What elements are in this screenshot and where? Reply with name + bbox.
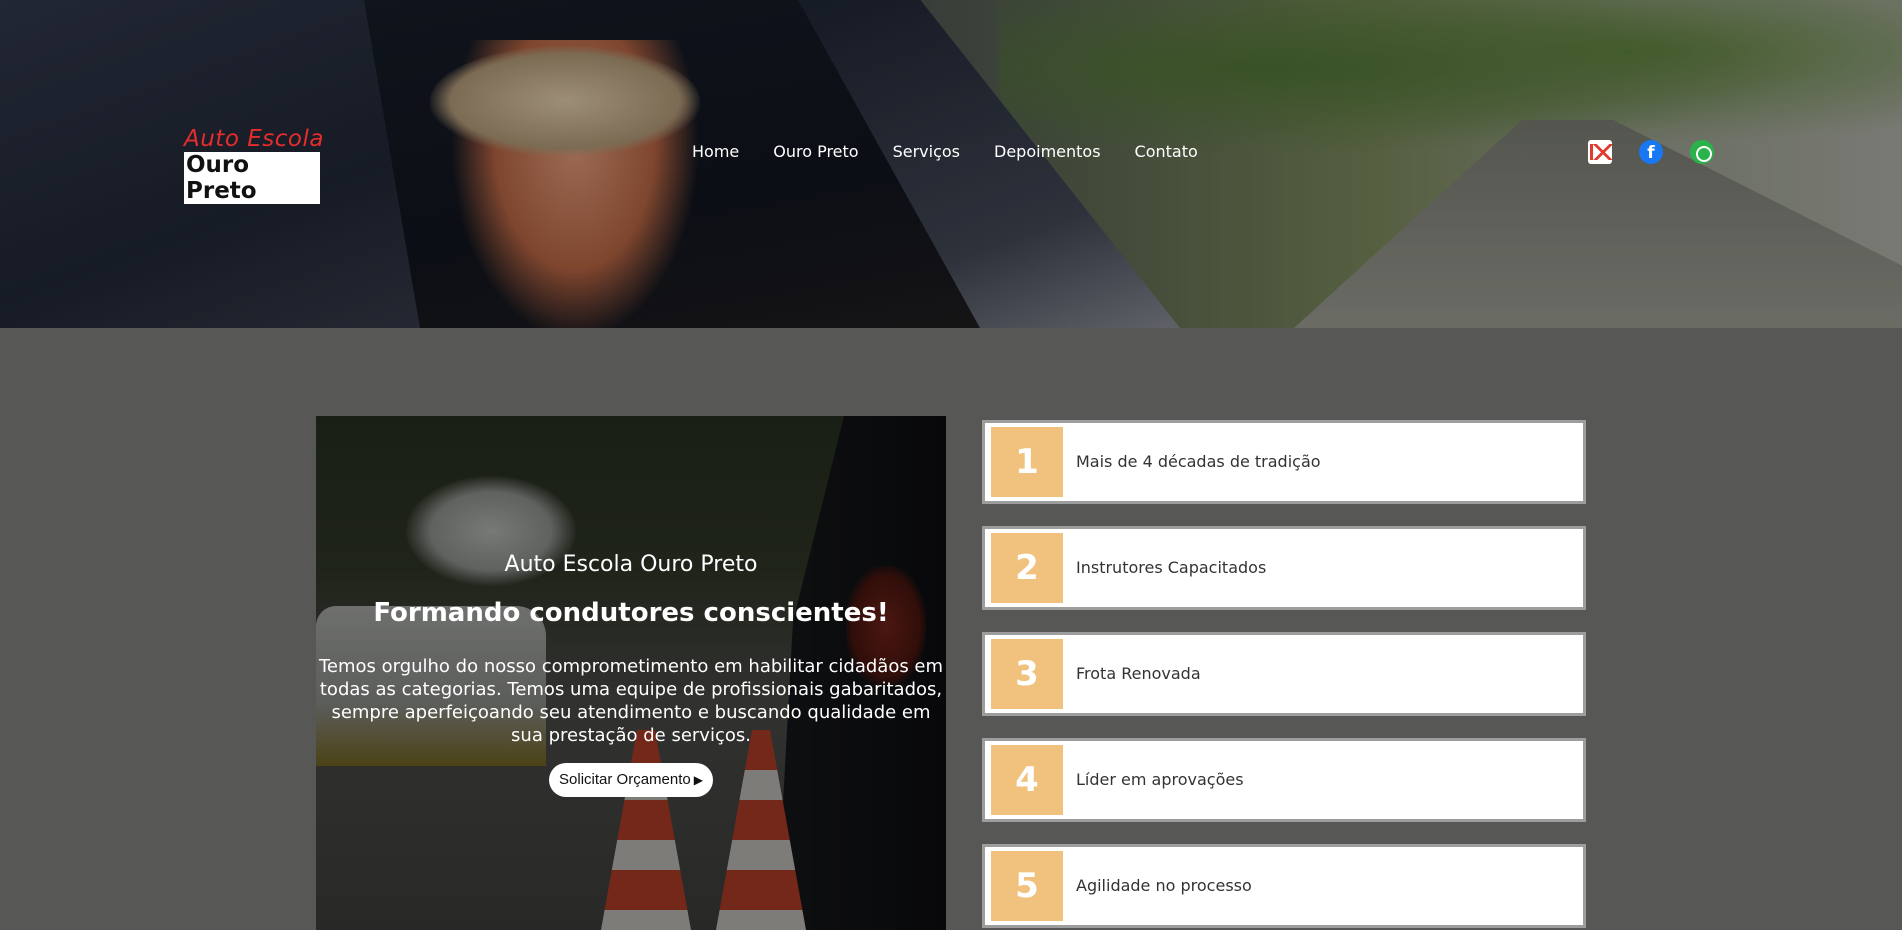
gmail-icon[interactable] bbox=[1588, 140, 1612, 164]
social-links: f bbox=[1588, 140, 1714, 164]
promo-headline: Formando condutores conscientes! bbox=[373, 598, 889, 628]
feature-item: 1 Mais de 4 décadas de tradição bbox=[982, 420, 1586, 504]
feature-item: 5 Agilidade no processo bbox=[982, 844, 1586, 928]
whatsapp-icon[interactable] bbox=[1690, 140, 1714, 164]
request-quote-label: Solicitar Orçamento bbox=[559, 771, 691, 788]
feature-text: Agilidade no processo bbox=[1076, 876, 1252, 895]
site-logo[interactable]: Auto Escola Ouro Preto bbox=[184, 126, 324, 204]
feature-item: 3 Frota Renovada bbox=[982, 632, 1586, 716]
feature-number: 3 bbox=[991, 639, 1063, 709]
feature-item: 2 Instrutores Capacitados bbox=[982, 526, 1586, 610]
feature-number: 2 bbox=[991, 533, 1063, 603]
nav-servicos[interactable]: Serviços bbox=[893, 142, 960, 161]
nav-depoimentos[interactable]: Depoimentos bbox=[994, 142, 1101, 161]
main-nav: Home Ouro Preto Serviços Depoimentos Con… bbox=[692, 142, 1232, 161]
feature-number: 5 bbox=[991, 851, 1063, 921]
feature-text: Instrutores Capacitados bbox=[1076, 558, 1267, 577]
promo-description: Temos orgulho do nosso comprometimento e… bbox=[318, 656, 944, 746]
feature-text: Mais de 4 décadas de tradição bbox=[1076, 452, 1321, 471]
feature-text: Líder em aprovações bbox=[1076, 770, 1244, 789]
logo-line-2: Ouro Preto bbox=[184, 152, 320, 204]
facebook-icon[interactable]: f bbox=[1639, 140, 1663, 164]
feature-number: 4 bbox=[991, 745, 1063, 815]
promo-card: Auto Escola Ouro Preto Formando condutor… bbox=[316, 416, 946, 930]
logo-line-1: Auto Escola bbox=[184, 126, 324, 152]
nav-contato[interactable]: Contato bbox=[1135, 142, 1198, 161]
nav-ouro-preto[interactable]: Ouro Preto bbox=[773, 142, 858, 161]
nav-home[interactable]: Home bbox=[692, 142, 739, 161]
promo-kicker: Auto Escola Ouro Preto bbox=[504, 552, 758, 577]
play-arrow-icon: ▶ bbox=[693, 773, 703, 787]
feature-text: Frota Renovada bbox=[1076, 664, 1201, 683]
feature-number: 1 bbox=[991, 427, 1063, 497]
feature-item: 4 Líder em aprovações bbox=[982, 738, 1586, 822]
features-list: 1 Mais de 4 décadas de tradição 2 Instru… bbox=[982, 420, 1586, 930]
request-quote-button[interactable]: Solicitar Orçamento ▶ bbox=[549, 763, 713, 797]
